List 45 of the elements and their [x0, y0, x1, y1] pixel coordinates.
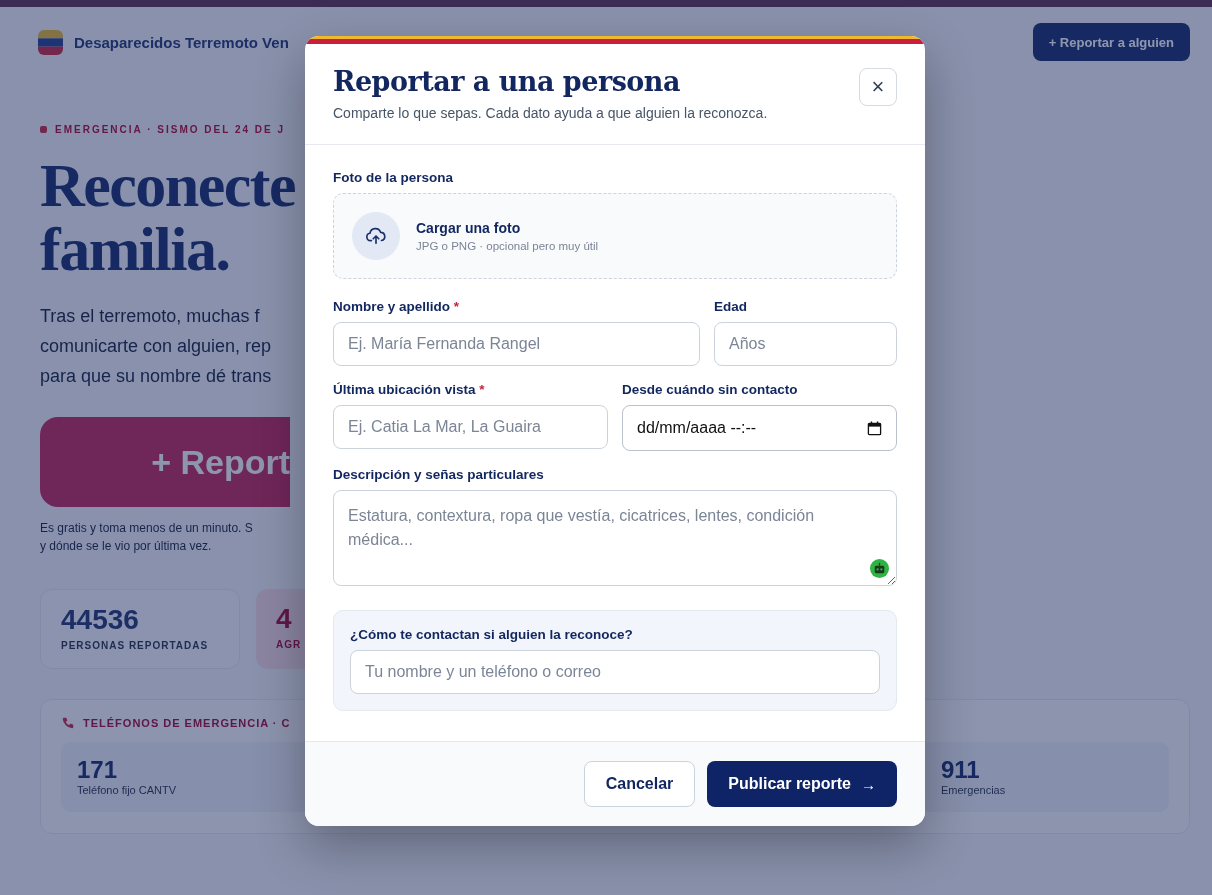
input-field[interactable]: Años [714, 322, 897, 366]
calendar-icon[interactable] [867, 420, 882, 436]
date-field[interactable]: dd/mm/aaaa --:-- [622, 405, 897, 451]
modal-title: Reportar a una persona [333, 66, 681, 97]
stat-value: 44536 [61, 604, 140, 636]
field-label: Última ubicación vista * [333, 382, 486, 397]
input-field[interactable]: Ej. Catia La Mar, La Guaira [333, 405, 608, 449]
input-field[interactable]: Tu nombre y un teléfono o correo [350, 650, 880, 694]
note-text: Es gratis y toma menos de un minuto. S [40, 520, 253, 537]
field-label: Nombre y apellido * [333, 299, 461, 314]
phone-icon [61, 716, 75, 730]
intro-text: comunicarte con alguien, rep [40, 335, 272, 358]
field-label: Foto de la persona [333, 170, 455, 185]
textarea-field[interactable]: Estatura, contextura, ropa que vestía, cicatrices, lentes, condición médica... [333, 490, 897, 586]
phone-label: Emergencias [941, 784, 1007, 796]
upload-hint: JPG o PNG · opcional pero muy útil [416, 240, 599, 252]
phone-label: Teléfono fijo CANTV [77, 784, 178, 796]
report-button[interactable]: + Reportar a alguien [1032, 23, 1190, 61]
field-label: Edad [714, 299, 748, 314]
headline: familia. [40, 217, 230, 281]
phone-number: 911 [941, 756, 981, 784]
stat-value: 4 [276, 603, 293, 635]
robot-icon[interactable] [870, 559, 889, 578]
intro-text: para que su nombre dé trans [40, 365, 272, 388]
upload-area[interactable]: Cargar una foto JPG o PNG · opcional pero muy útil [333, 193, 897, 279]
publish-button[interactable]: Publicar reporte → [707, 761, 897, 807]
upload-title: Cargar una foto [416, 220, 522, 236]
section-title: TELÉFONOS DE EMERGENCIA · C [83, 717, 291, 729]
note-text: y dónde se le vio por última vez. [40, 538, 212, 555]
stat-label: PERSONAS REPORTADAS [61, 640, 210, 651]
field-label: ¿Cómo te contactan si alguien la reconoce? [350, 627, 634, 642]
field-label: Descripción y señas particulares [333, 467, 545, 482]
modal-subtitle: Comparte lo que sepas. Cada dato ayuda a que alguien la reconozca. [333, 105, 768, 121]
upload-icon [352, 212, 400, 260]
eyebrow-text: EMERGENCIA · SISMO DEL 24 DE J [55, 124, 286, 135]
intro-text: Tras el terremoto, muchas f [40, 305, 260, 328]
cancel-button[interactable]: Cancelar [583, 761, 696, 807]
field-label: Desde cuándo sin contacto [622, 382, 799, 397]
input-field[interactable]: Ej. María Fernanda Rangel [333, 322, 700, 366]
stat-label: AGR [276, 639, 303, 650]
close-button[interactable]: × [859, 68, 897, 106]
site-title: Desaparecidos Terremoto Ven [74, 33, 289, 51]
headline: Reconecte [40, 153, 295, 217]
flag-icon [38, 29, 63, 55]
phone-number: 171 [77, 756, 119, 784]
